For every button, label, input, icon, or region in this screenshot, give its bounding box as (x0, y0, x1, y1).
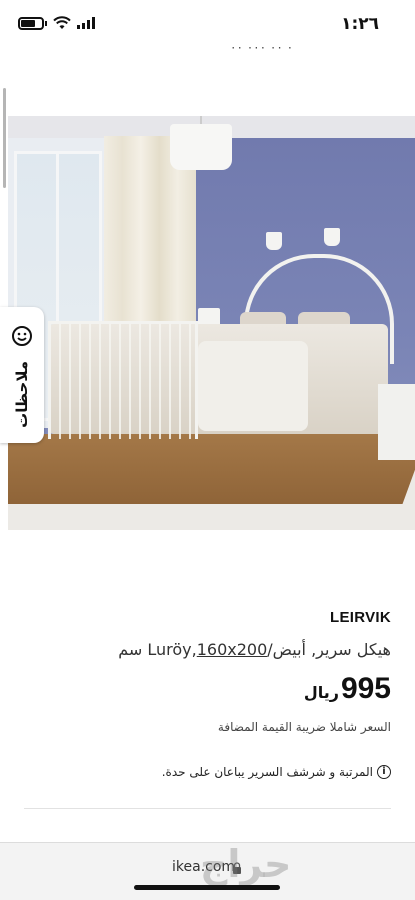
product-description: هيكل سرير, أبيض/Luröy,160x200 سم (118, 640, 391, 659)
signal-icon (77, 17, 95, 29)
status-icons (18, 16, 95, 30)
wifi-icon (53, 16, 71, 29)
price-value: 995 (340, 672, 391, 705)
product-desc-unit: سم (118, 640, 148, 659)
status-time: ١:٢٦ (341, 14, 379, 34)
scroll-indicator (3, 88, 6, 188)
smile-icon (12, 326, 32, 346)
battery-tip (45, 20, 47, 26)
battery-icon (18, 16, 44, 30)
price-currency: ريال (303, 683, 339, 702)
product-name: LEIRVIK (329, 609, 391, 626)
status-bar: ١:٢٦ (0, 0, 415, 50)
product-price: ريال 995 (304, 672, 391, 706)
pendant-lamp (170, 124, 232, 170)
watermark: حراج (200, 842, 292, 886)
info-note-text: المرتبة و شرشف السرير يباعان على حدة. (161, 765, 373, 779)
product-desc-prefix: هيكل سرير, أبيض/Luröy, (147, 640, 391, 659)
info-note: i المرتبة و شرشف السرير يباعان على حدة. (162, 765, 391, 779)
home-indicator[interactable] (134, 885, 280, 890)
footboard (48, 321, 198, 439)
bed-throw (198, 341, 308, 431)
rug (8, 434, 415, 504)
product-image[interactable] (8, 116, 415, 530)
wall-lamp-right (324, 228, 340, 246)
feedback-label: ملاحظات (13, 361, 31, 428)
nightstand (378, 384, 415, 460)
wall-lamp-left (266, 232, 282, 250)
info-icon: i (377, 765, 391, 779)
divider (24, 808, 391, 809)
product-size-link[interactable]: 160x200 (197, 640, 268, 659)
feedback-tab[interactable]: ملاحظات (0, 307, 44, 443)
vat-note: السعر شاملا ضريبة القيمة المضافة (217, 720, 391, 734)
cut-off-text: ٠ ٠٠ ٠٠٠ ٠٠ (230, 40, 294, 54)
